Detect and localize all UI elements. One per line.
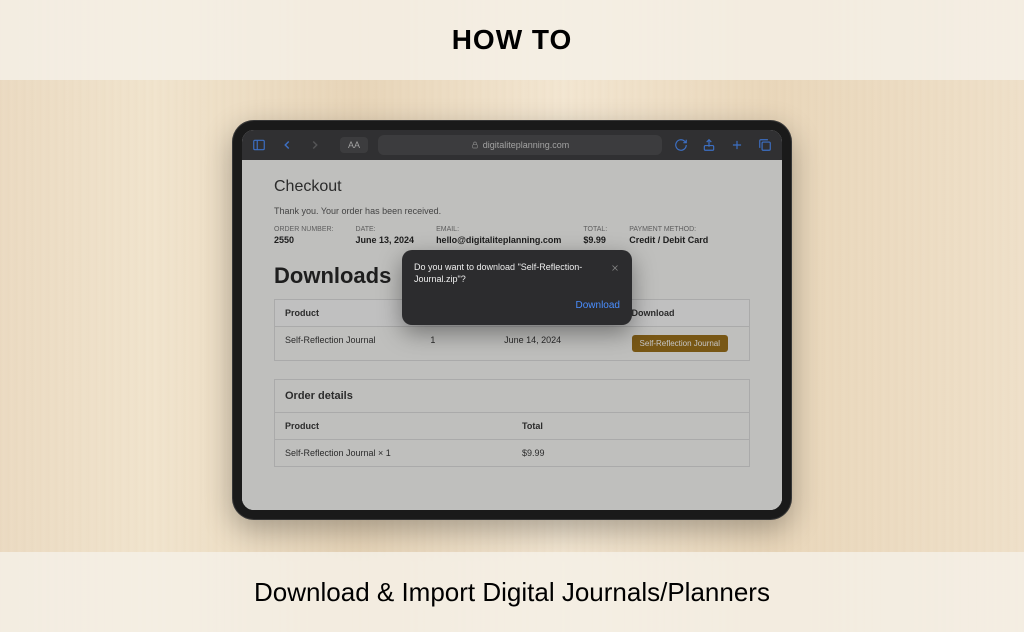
meta-label: ORDER NUMBER: [274, 226, 334, 233]
top-banner-title: HOW TO [452, 24, 573, 56]
table-row: Self-Reflection Journal 1 June 14, 2024 … [275, 327, 749, 360]
meta-value: Credit / Debit Card [629, 235, 708, 245]
cell-remaining: 1 [420, 327, 494, 360]
back-icon[interactable] [278, 136, 296, 154]
meta-label: TOTAL: [583, 226, 607, 233]
order-meta: ORDER NUMBER: 2550 DATE: June 13, 2024 E… [274, 226, 750, 245]
meta-order-number: ORDER NUMBER: 2550 [274, 226, 334, 245]
tabs-icon[interactable] [756, 136, 774, 154]
url-text: digitaliteplanning.com [483, 140, 570, 150]
col-download: Download [622, 300, 749, 326]
order-details-heading: Order details [275, 380, 749, 413]
order-details: Order details Product Total Self-Reflect… [274, 379, 750, 467]
meta-total: TOTAL: $9.99 [583, 226, 607, 245]
dialog-message: Do you want to download "Self-Reflection… [414, 262, 620, 285]
meta-label: DATE: [356, 226, 415, 233]
tablet-screen: AA digitaliteplanning.com Checkout Thank… [242, 130, 782, 510]
forward-icon [306, 136, 324, 154]
close-icon[interactable] [610, 260, 622, 272]
meta-label: PAYMENT METHOD: [629, 226, 708, 233]
download-product-button[interactable]: Self-Reflection Journal [632, 335, 728, 352]
new-tab-icon[interactable] [728, 136, 746, 154]
browser-toolbar: AA digitaliteplanning.com [242, 130, 782, 160]
meta-value: June 13, 2024 [356, 235, 415, 245]
col-product: Product [275, 300, 420, 326]
dialog-actions: Download [414, 295, 620, 313]
tablet-frame: AA digitaliteplanning.com Checkout Thank… [232, 120, 792, 520]
top-banner: HOW TO [0, 0, 1024, 80]
cell-product: Self-Reflection Journal × 1 [275, 440, 512, 466]
meta-value: $9.99 [583, 235, 607, 245]
url-bar[interactable]: digitaliteplanning.com [378, 135, 662, 155]
cell-total: $9.99 [512, 440, 749, 466]
cell-expires: June 14, 2024 [494, 327, 621, 360]
cell-download: Self-Reflection Journal [622, 327, 749, 360]
bottom-banner-title: Download & Import Digital Journals/Plann… [254, 577, 770, 608]
meta-email: EMAIL: hello@digitaliteplanning.com [436, 226, 561, 245]
dialog-download-button[interactable]: Download [576, 300, 620, 311]
checkout-title: Checkout [274, 178, 750, 196]
order-details-header-row: Product Total [275, 413, 749, 440]
meta-payment: PAYMENT METHOD: Credit / Debit Card [629, 226, 708, 245]
share-icon[interactable] [700, 136, 718, 154]
order-details-row: Self-Reflection Journal × 1 $9.99 [275, 440, 749, 466]
download-dialog: Do you want to download "Self-Reflection… [402, 250, 632, 325]
cell-product: Self-Reflection Journal [275, 327, 420, 360]
text-size-control[interactable]: AA [340, 137, 368, 153]
sidebar-icon[interactable] [250, 136, 268, 154]
thank-you-message: Thank you. Your order has been received. [274, 206, 750, 216]
col-product: Product [275, 413, 512, 439]
meta-label: EMAIL: [436, 226, 561, 233]
meta-date: DATE: June 13, 2024 [356, 226, 415, 245]
reload-icon[interactable] [672, 136, 690, 154]
meta-value: 2550 [274, 235, 334, 245]
col-total: Total [512, 413, 749, 439]
meta-value: hello@digitaliteplanning.com [436, 235, 561, 245]
bottom-banner: Download & Import Digital Journals/Plann… [0, 552, 1024, 632]
page-content: Checkout Thank you. Your order has been … [242, 160, 782, 510]
